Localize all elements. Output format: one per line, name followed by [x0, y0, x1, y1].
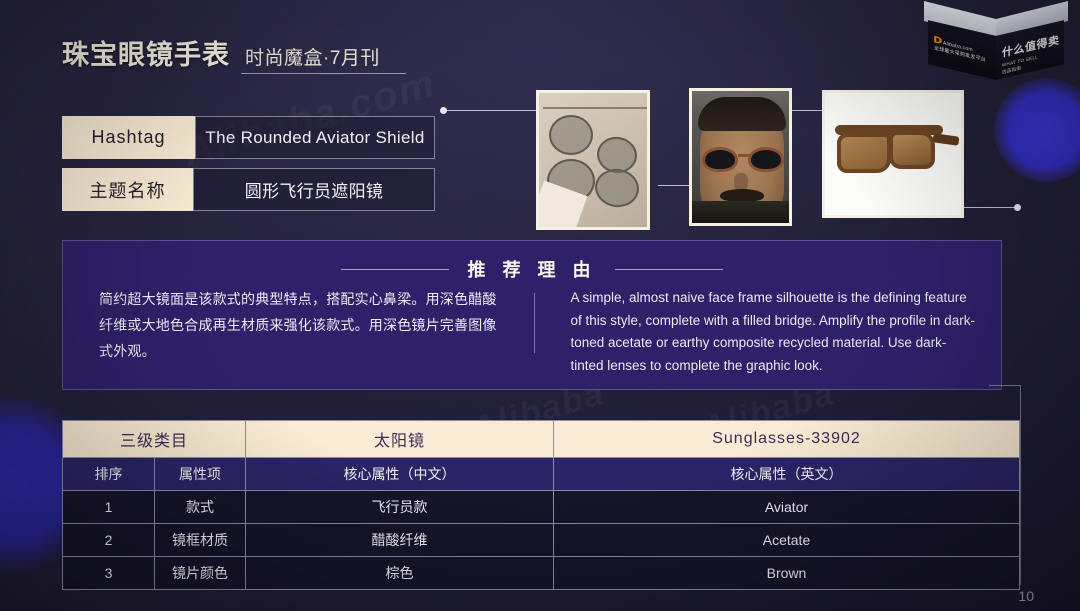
recommendation-text-cn-column: 简约超大镜面是该款式的典型特点，搭配实心鼻梁。用深色醋酸纤维或大地色合成再生材质… [63, 287, 534, 375]
product-photo-3 [822, 90, 964, 218]
table-row: 2 镜框材质 醋酸纤维 Acetate [62, 523, 1020, 557]
background-glow-right [994, 78, 1080, 182]
category-en-cell: Sunglasses-33902 [553, 420, 1020, 458]
table-row: 1 款式 飞行员款 Aviator [62, 490, 1020, 524]
theme-name-value: 圆形飞行员遮阳镜 [193, 168, 435, 211]
theme-name-label: 主题名称 [62, 168, 193, 211]
page-number: 10 [1018, 588, 1034, 604]
cell-value-en: Aviator [553, 490, 1020, 524]
attributes-table: 三级类目 太阳镜 Sunglasses-33902 排序 属性项 核心属性（中文… [62, 420, 1020, 590]
rule-right [614, 268, 723, 270]
hashtag-row: Hashtag The Rounded Aviator Shield [62, 116, 435, 159]
connector-line [444, 110, 538, 111]
connector-dot-icon [1014, 204, 1021, 211]
recommendation-text-en: A simple, almost naive face frame silhou… [570, 290, 975, 374]
connector-line [790, 110, 824, 111]
cell-attribute: 镜框材质 [154, 523, 246, 557]
table-column-header-row: 排序 属性项 核心属性（中文） 核心属性（英文） [62, 457, 1020, 491]
corner-bracket-decoration [989, 385, 1021, 585]
cell-value-en: Brown [553, 556, 1020, 590]
connector-line [962, 207, 1018, 208]
recommendation-title: 推 荐 理 由 [467, 260, 597, 280]
column-header-value-cn: 核心属性（中文） [245, 457, 554, 491]
recommendation-text-en-column: A simple, almost naive face frame silhou… [535, 287, 1002, 375]
recommendation-text-cn: 简约超大镜面是该款式的典型特点，搭配实心鼻梁。用深色醋酸纤维或大地色合成再生材质… [99, 291, 497, 359]
alibaba-glyph-icon: Ⅾ [933, 34, 943, 47]
cell-order: 2 [62, 523, 155, 557]
column-header-value-en: 核心属性（英文） [553, 457, 1020, 491]
cell-attribute: 镜片颜色 [154, 556, 246, 590]
rule-left [341, 268, 450, 270]
title-subtitle-text: 时尚魔盒·7月刊 [241, 43, 406, 74]
column-header-attribute: 属性项 [154, 457, 246, 491]
cell-value-cn: 飞行员款 [245, 490, 554, 524]
connector-dot-icon [440, 107, 447, 114]
hashtag-value: The Rounded Aviator Shield [195, 116, 435, 159]
column-header-order: 排序 [62, 457, 155, 491]
page-title: 珠宝眼镜手表 时尚魔盒·7月刊 [62, 33, 406, 74]
cell-value-en: Acetate [553, 523, 1020, 557]
category-cn-cell: 太阳镜 [245, 420, 554, 458]
recommendation-title-row: 推 荐 理 由 [63, 256, 1001, 282]
table-category-header-row: 三级类目 太阳镜 Sunglasses-33902 [62, 420, 1020, 458]
cell-order: 1 [62, 490, 155, 524]
table-row: 3 镜片颜色 棕色 Brown [62, 556, 1020, 590]
category-label-cell: 三级类目 [62, 420, 246, 458]
theme-name-row: 主题名称 圆形飞行员遮阳镜 [62, 168, 435, 211]
cell-order: 3 [62, 556, 155, 590]
product-photo-1 [536, 90, 650, 230]
recommendation-panel: 推 荐 理 由 简约超大镜面是该款式的典型特点，搭配实心鼻梁。用深色醋酸纤维或大… [62, 240, 1002, 390]
alibaba-box-graphic: Ⅾ Alibaba.com 全球最大采购批发平台 什么值得卖 WHAT TO S… [922, 1, 1072, 84]
cell-attribute: 款式 [154, 490, 246, 524]
product-photo-2 [689, 88, 792, 226]
cell-value-cn: 棕色 [245, 556, 554, 590]
slide-canvas: Alibaba.com Alibaba Alibaba Ⅾ Alibaba.co… [0, 0, 1080, 611]
hashtag-label: Hashtag [62, 116, 195, 159]
title-main-text: 珠宝眼镜手表 [62, 40, 230, 70]
cell-value-cn: 醋酸纤维 [245, 523, 554, 557]
